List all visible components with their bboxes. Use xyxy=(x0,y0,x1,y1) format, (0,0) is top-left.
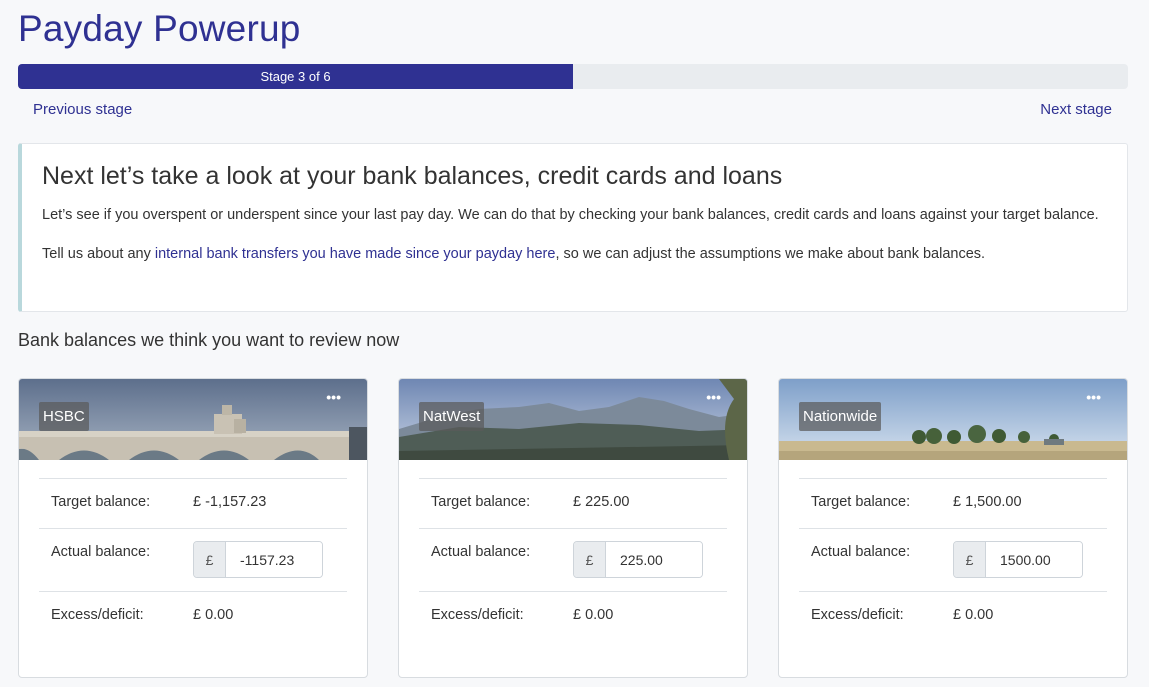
target-balance-row: Target balance: £ 1,500.00 xyxy=(799,478,1107,528)
bank-name-label: Nationwide xyxy=(799,402,882,431)
bank-card-image: NatWest ••• xyxy=(399,379,747,460)
target-balance-value: £ -1,157.23 xyxy=(193,494,267,510)
more-horizontal-icon[interactable]: ••• xyxy=(1086,390,1101,404)
target-balance-row: Target balance: £ 225.00 xyxy=(419,478,727,528)
progress-label: Stage 3 of 6 xyxy=(260,69,331,84)
excess-deficit-label: Excess/deficit: xyxy=(431,607,524,623)
target-balance-value: £ 225.00 xyxy=(573,494,630,510)
actual-balance-row: Actual balance: £ xyxy=(799,528,1107,591)
intro-paragraph: Let’s see if you overspent or underspent… xyxy=(42,207,1099,223)
intro-callout: Next let’s take a look at your bank bala… xyxy=(18,143,1128,312)
actual-balance-label: Actual balance: xyxy=(811,544,911,560)
section-heading: Bank balances we think you want to revie… xyxy=(18,330,400,350)
target-balance-label: Target balance: xyxy=(51,494,151,510)
excess-deficit-value: £ 0.00 xyxy=(953,607,994,623)
excess-deficit-label: Excess/deficit: xyxy=(51,607,144,623)
bank-name-label: NatWest xyxy=(419,402,485,431)
next-stage-link[interactable]: Next stage xyxy=(1040,101,1112,118)
app-title: Payday Powerup xyxy=(18,8,301,49)
bank-card-image: Nationwide ••• xyxy=(779,379,1127,460)
currency-addon: £ xyxy=(574,542,606,577)
bank-card-natwest: NatWest ••• Target balance: £ 225.00 Act… xyxy=(398,378,748,678)
transfers-text-before: Tell us about any xyxy=(42,246,155,262)
more-horizontal-icon[interactable]: ••• xyxy=(706,390,721,404)
internal-transfers-link[interactable]: internal bank transfers you have made si… xyxy=(155,246,556,262)
actual-balance-input-group: £ xyxy=(193,541,323,578)
bank-card-nationwide: Nationwide ••• Target balance: £ 1,500.0… xyxy=(778,378,1128,678)
excess-deficit-row: Excess/deficit: £ 0.00 xyxy=(39,591,347,641)
bank-name-label: HSBC xyxy=(39,402,89,431)
progress-fill: Stage 3 of 6 xyxy=(18,64,573,89)
excess-deficit-value: £ 0.00 xyxy=(573,607,614,623)
stage-progress-bar: Stage 3 of 6 xyxy=(18,64,1128,89)
transfers-paragraph: Tell us about any internal bank transfer… xyxy=(42,242,1107,266)
excess-deficit-row: Excess/deficit: £ 0.00 xyxy=(419,591,727,641)
actual-balance-label: Actual balance: xyxy=(431,544,531,560)
actual-balance-row: Actual balance: £ xyxy=(39,528,347,591)
target-balance-row: Target balance: £ -1,157.23 xyxy=(39,478,347,528)
actual-balance-input-group: £ xyxy=(953,541,1083,578)
intro-heading: Next let’s take a look at your bank bala… xyxy=(42,162,783,190)
excess-deficit-row: Excess/deficit: £ 0.00 xyxy=(799,591,1107,641)
transfers-text-after: , so we can adjust the assumptions we ma… xyxy=(555,246,986,262)
currency-addon: £ xyxy=(954,542,986,577)
excess-deficit-label: Excess/deficit: xyxy=(811,607,904,623)
bank-card-image: HSBC ••• xyxy=(19,379,367,460)
currency-addon: £ xyxy=(194,542,226,577)
bank-card-hsbc: HSBC ••• Target balance: £ -1,157.23 Act… xyxy=(18,378,368,678)
target-balance-value: £ 1,500.00 xyxy=(953,494,1022,510)
target-balance-label: Target balance: xyxy=(431,494,531,510)
actual-balance-input[interactable] xyxy=(986,542,1082,577)
previous-stage-link[interactable]: Previous stage xyxy=(33,101,132,118)
excess-deficit-value: £ 0.00 xyxy=(193,607,234,623)
actual-balance-row: Actual balance: £ xyxy=(419,528,727,591)
actual-balance-input[interactable] xyxy=(606,542,702,577)
target-balance-label: Target balance: xyxy=(811,494,911,510)
actual-balance-label: Actual balance: xyxy=(51,544,151,560)
actual-balance-input[interactable] xyxy=(226,542,322,577)
actual-balance-input-group: £ xyxy=(573,541,703,578)
more-horizontal-icon[interactable]: ••• xyxy=(326,390,341,404)
